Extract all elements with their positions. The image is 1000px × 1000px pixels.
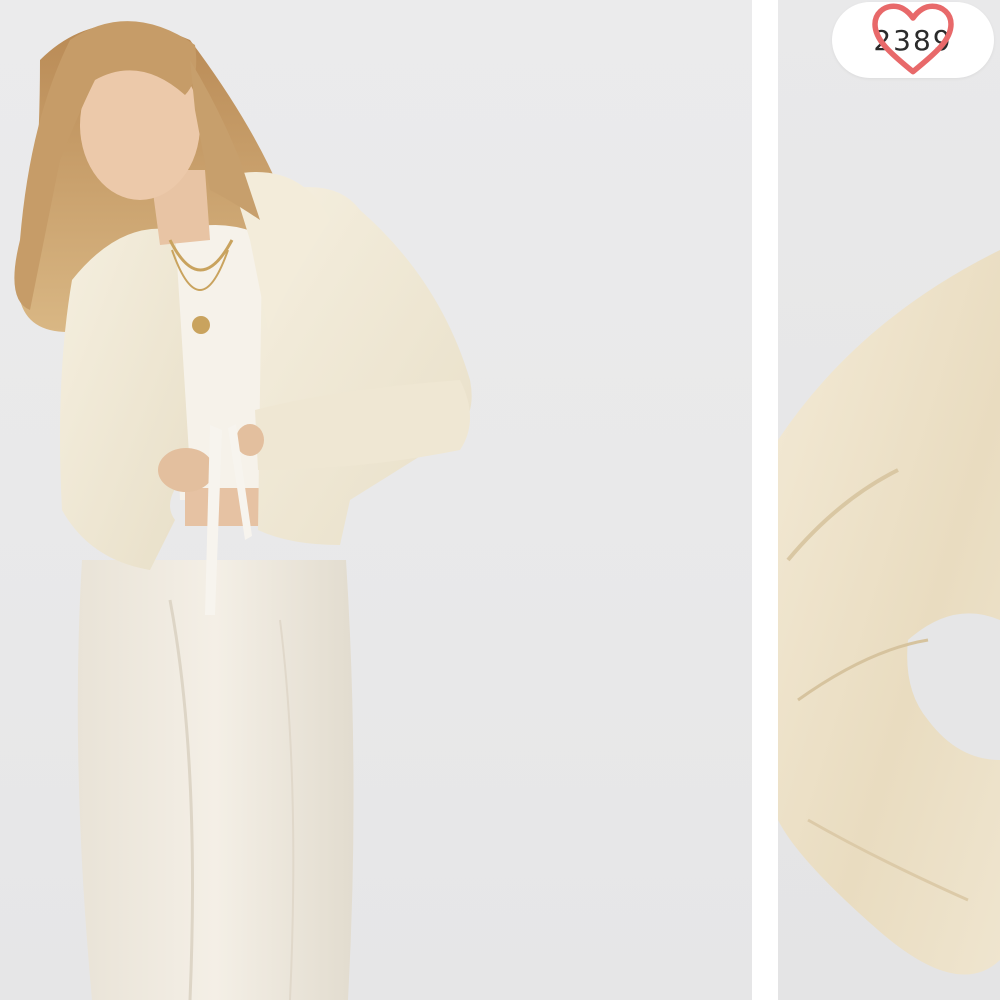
sleeve-detail-illustration (778, 250, 1000, 975)
heart-outline-icon (872, 3, 954, 75)
like-button[interactable]: 2389 (832, 2, 994, 78)
model-illustration (14, 21, 472, 1000)
product-image-main[interactable] (0, 0, 752, 1000)
product-gallery: 2389 (0, 0, 1000, 1000)
product-image-detail[interactable]: 2389 (778, 0, 1000, 1000)
gallery-divider (752, 0, 778, 1000)
